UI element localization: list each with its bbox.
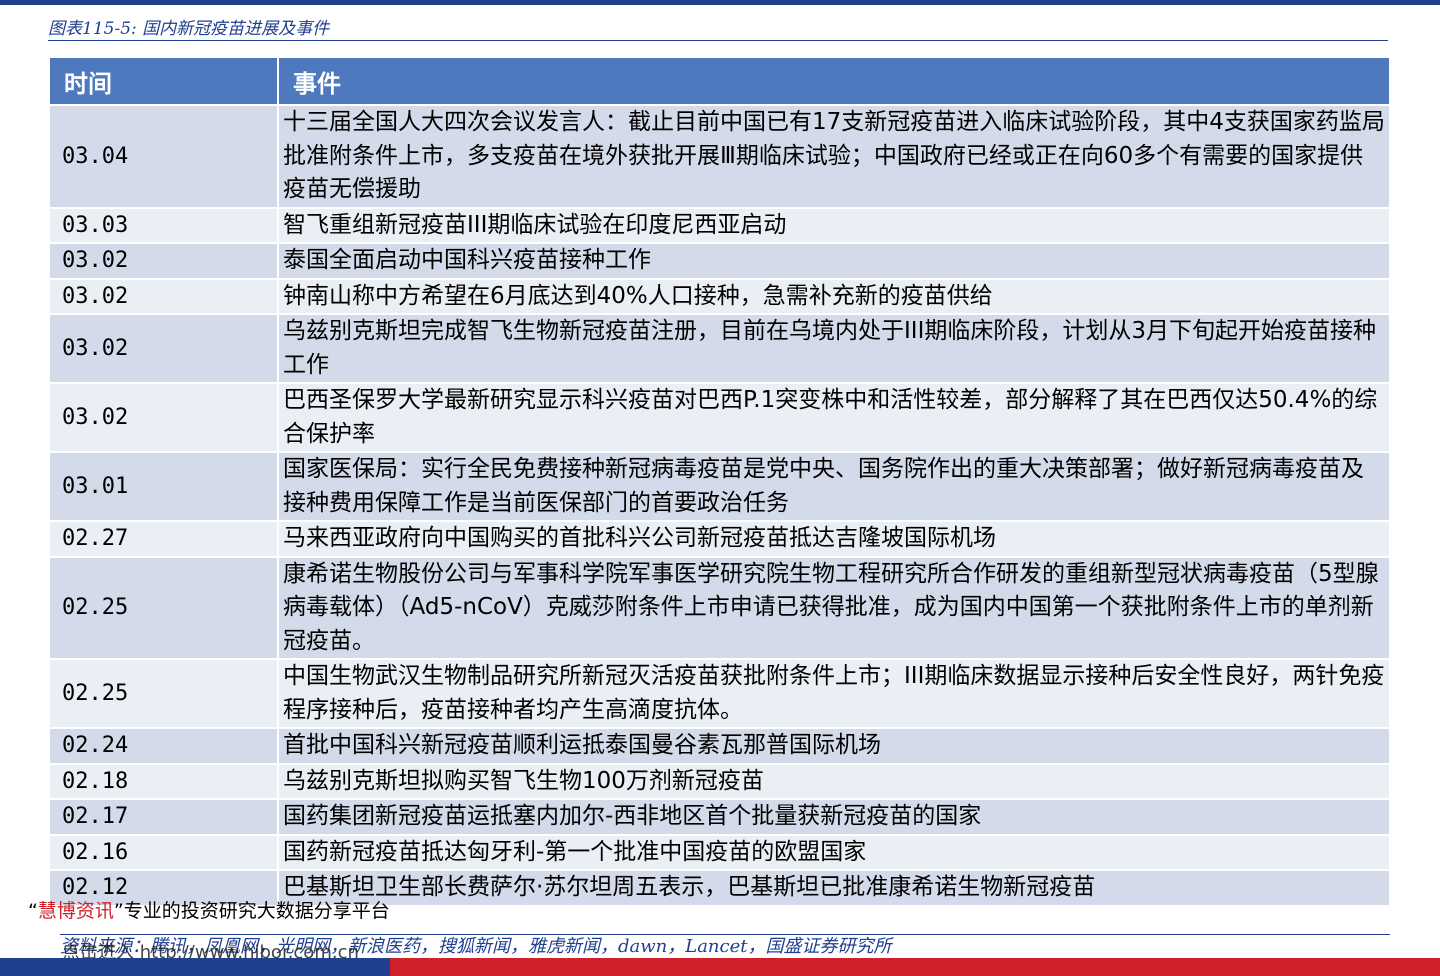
table-row: 03.02 钟南山称中方希望在6月底达到40%人口接种，急需补充新的疫苗供给 [50,277,1391,314]
table-row: 03.01 国家医保局：实行全民免费接种新冠病毒疫苗是党中央、国务院作出的重大决… [50,451,1391,521]
row-date: 03.02 [50,382,279,452]
row-date: 02.17 [50,798,279,835]
row-event: 国药集团新冠疫苗运抵塞内加尔-西非地区首个批量获新冠疫苗的国家 [278,798,1391,835]
figure-title: 图表115-5: 国内新冠疫苗进展及事件 [48,19,330,39]
row-event: 巴基斯坦卫生部长费萨尔·苏尔坦周五表示，巴基斯坦已批准康希诺生物新冠疫苗 [278,869,1391,905]
top-accent-bar [0,0,1440,5]
table-row: 03.02 乌兹别克斯坦完成智飞生物新冠疫苗注册，目前在乌境内处于III期临床阶… [50,313,1391,383]
table-row: 02.17 国药集团新冠疫苗运抵塞内加尔-西非地区首个批量获新冠疫苗的国家 [50,798,1391,835]
bottom-accent-bar [0,958,1440,976]
row-event: 乌兹别克斯坦拟购买智飞生物100万剂新冠疫苗 [278,762,1391,799]
figure-title-bar: 图表115-5: 国内新冠疫苗进展及事件 [48,18,1388,41]
brand-quote-open: “ [28,900,38,922]
table-row: 03.02 巴西圣保罗大学最新研究显示科兴疫苗对巴西P.1突变株中和活性较差，部… [50,382,1391,452]
row-event: 中国生物武汉生物制品研究所新冠灭活疫苗获批附条件上市；III期临床数据显示接种后… [278,658,1391,728]
row-date: 03.02 [50,313,279,383]
table-row: 02.27 马来西亚政府向中国购买的首批科兴公司新冠疫苗抵达吉隆坡国际机场 [50,520,1391,557]
row-event: 康希诺生物股份公司与军事科学院军事医学研究院生物工程研究所合作研发的重组新型冠状… [278,555,1391,659]
table-row: 02.25 康希诺生物股份公司与军事科学院军事医学研究院生物工程研究所合作研发的… [50,555,1391,659]
row-date: 03.02 [50,277,279,314]
row-event: 乌兹别克斯坦完成智飞生物新冠疫苗注册，目前在乌境内处于III期临床阶段，计划从3… [278,313,1391,383]
row-event: 马来西亚政府向中国购买的首批科兴公司新冠疫苗抵达吉隆坡国际机场 [278,520,1391,557]
row-date: 02.25 [50,658,279,728]
brand-tagline: 专业的投资研究大数据分享平台 [123,900,390,922]
table-header-row: 时间 事件 [50,58,1391,105]
row-date: 02.24 [50,727,279,764]
bottom-bar-navy [0,958,390,976]
bottom-bar-red [390,958,1440,976]
row-date: 02.25 [50,555,279,659]
row-date: 03.02 [50,242,279,279]
row-date: 02.18 [50,762,279,799]
table-row: 02.24 首批中国科兴新冠疫苗顺利运抵泰国曼谷素瓦那普国际机场 [50,727,1391,764]
table-row: 02.18 乌兹别克斯坦拟购买智飞生物100万剂新冠疫苗 [50,762,1391,799]
table-row: 03.04 十三届全国人大四次会议发言人：截止目前中国已有17支新冠疫苗进入临床… [50,104,1391,208]
row-event: 巴西圣保罗大学最新研究显示科兴疫苗对巴西P.1突变株中和活性较差，部分解释了其在… [278,382,1391,452]
events-table: 时间 事件 03.04 十三届全国人大四次会议发言人：截止目前中国已有17支新冠… [50,58,1391,905]
row-event: 国家医保局：实行全民免费接种新冠病毒疫苗是党中央、国务院作出的重大决策部署；做好… [278,451,1391,521]
footer-brand-line: “慧博资讯”专业的投资研究大数据分享平台 [28,896,390,923]
brand-name: 慧博资讯 [37,900,114,922]
column-header-event: 事件 [278,58,1391,105]
table-row: 02.16 国药新冠疫苗抵达匈牙利-第一个批准中国疫苗的欧盟国家 [50,833,1391,870]
row-date: 03.01 [50,451,279,521]
column-header-time: 时间 [50,58,279,105]
row-event: 首批中国科兴新冠疫苗顺利运抵泰国曼谷素瓦那普国际机场 [278,727,1391,764]
brand-quote-close: ” [113,900,124,922]
row-date: 02.16 [50,833,279,870]
row-event: 十三届全国人大四次会议发言人：截止目前中国已有17支新冠疫苗进入临床试验阶段，其… [278,104,1391,208]
table-row: 03.03 智飞重组新冠疫苗III期临床试验在印度尼西亚启动 [50,206,1391,243]
row-event: 国药新冠疫苗抵达匈牙利-第一个批准中国疫苗的欧盟国家 [278,833,1391,870]
row-event: 智飞重组新冠疫苗III期临床试验在印度尼西亚启动 [278,206,1391,243]
table-row: 02.25 中国生物武汉生物制品研究所新冠灭活疫苗获批附条件上市；III期临床数… [50,658,1391,728]
row-date: 02.27 [50,520,279,557]
table-row: 03.02 泰国全面启动中国科兴疫苗接种工作 [50,242,1391,279]
row-date: 03.04 [50,104,279,208]
row-date: 03.03 [50,206,279,243]
row-event: 泰国全面启动中国科兴疫苗接种工作 [278,242,1391,279]
row-event: 钟南山称中方希望在6月底达到40%人口接种，急需补充新的疫苗供给 [278,277,1391,314]
